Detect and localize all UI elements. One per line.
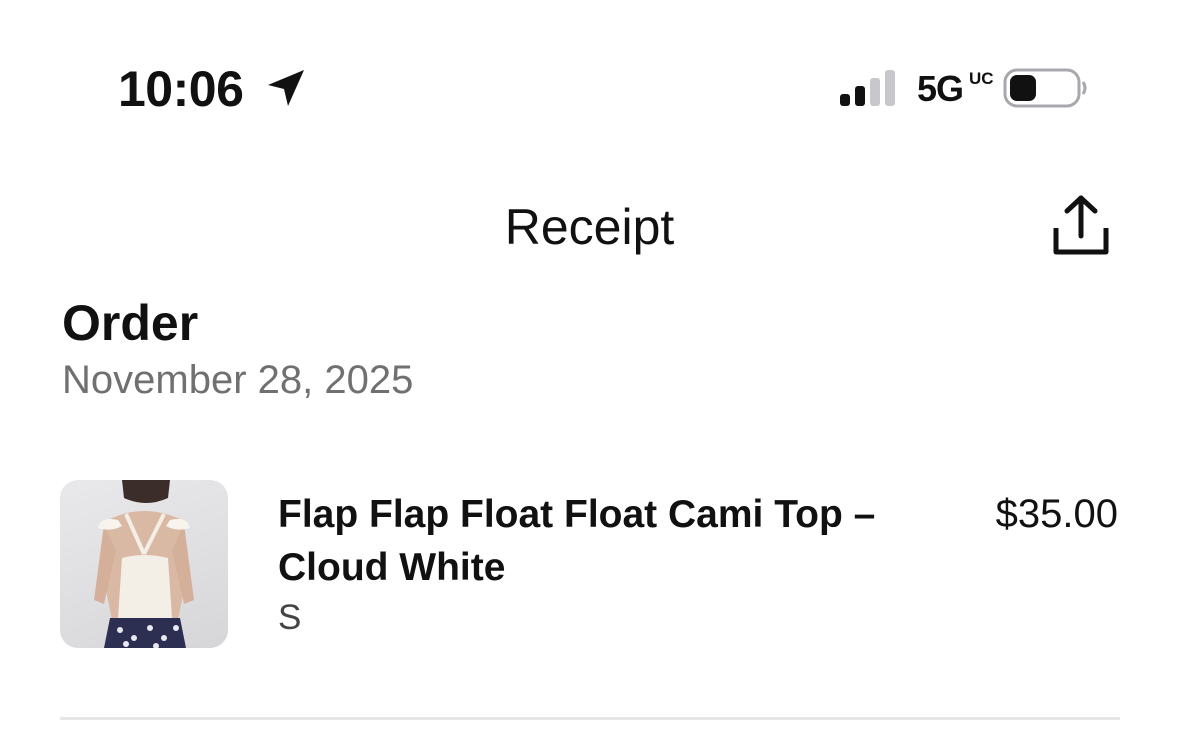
share-button[interactable] xyxy=(1046,194,1116,260)
cellular-signal-icon xyxy=(840,70,895,106)
page-title: Receipt xyxy=(504,199,675,255)
item-name: Flap Flap Float Float Cami Top – Cloud W… xyxy=(278,493,876,589)
item-size: S xyxy=(278,598,302,637)
item-price: $35.00 xyxy=(995,492,1118,536)
battery-icon xyxy=(1003,68,1087,108)
order-heading: Order xyxy=(62,295,199,351)
order-item-row[interactable]: Flap Flap Float Float Cami Top – Cloud W… xyxy=(60,478,1120,650)
status-bar: 10:06 5G UC xyxy=(0,0,1179,150)
share-icon xyxy=(1053,195,1109,255)
divider xyxy=(60,717,1120,720)
status-time: 10:06 xyxy=(118,61,244,117)
product-photo-illustration xyxy=(94,480,194,648)
product-photo xyxy=(60,480,228,648)
network-sub-label: UC xyxy=(969,69,994,88)
network-label: 5G xyxy=(917,68,964,109)
order-date: November 28, 2025 xyxy=(62,358,414,402)
location-arrow-icon xyxy=(268,70,304,106)
